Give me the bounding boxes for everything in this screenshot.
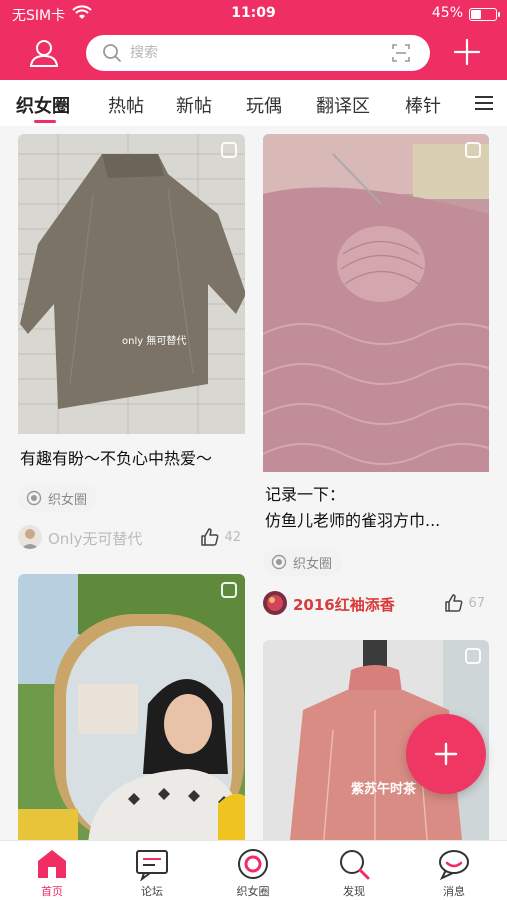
circle-tag-label: 织女圈 — [48, 492, 88, 508]
circle-tag[interactable]: 织女圈 — [263, 548, 343, 576]
tab-new[interactable]: 新帖 — [176, 92, 212, 118]
nav-label: 首页 — [41, 885, 63, 898]
search-input[interactable] — [130, 41, 370, 65]
tab-translation[interactable]: 翻译区 — [316, 92, 370, 118]
nav-label: 论坛 — [141, 885, 163, 898]
nav-label: 发现 — [343, 885, 365, 898]
plus-icon[interactable] — [453, 38, 481, 66]
search-icon — [103, 44, 121, 62]
post-card[interactable] — [18, 574, 245, 840]
nav-messages[interactable]: 消息 — [414, 845, 494, 899]
like-button[interactable]: 67 — [444, 593, 485, 613]
forum-icon — [136, 850, 168, 881]
post-title[interactable]: 记录一下： 仿鱼儿老师的雀羽方巾... — [263, 482, 489, 534]
multi-image-icon — [465, 142, 481, 158]
author-row: Only无可替代 42 — [18, 524, 245, 550]
multi-image-icon — [221, 142, 237, 158]
post-card[interactable]: only 無可替代 有趣有盼～不负心中热爱～ 织女圈 Only无可替代 42 — [18, 134, 245, 554]
menu-icon[interactable] — [475, 95, 493, 111]
tab-circle[interactable]: 织女圈 — [16, 92, 70, 118]
multi-image-icon — [465, 648, 481, 664]
multi-image-icon — [221, 582, 237, 598]
circle-icon — [271, 554, 287, 570]
nav-label: 织女圈 — [236, 885, 270, 898]
active-tab-indicator — [34, 120, 56, 123]
post-image[interactable]: only 無可替代 — [18, 134, 245, 434]
avatar[interactable] — [263, 591, 287, 615]
author-name[interactable]: Only无可替代 — [48, 528, 142, 549]
author-row: 2016红袖添香 67 — [263, 590, 489, 616]
like-count: 42 — [224, 529, 241, 545]
circle-tag[interactable]: 织女圈 — [18, 484, 98, 512]
tab-hot[interactable]: 热帖 — [108, 92, 144, 118]
plus-icon — [434, 742, 458, 766]
avatar[interactable] — [18, 525, 42, 549]
post-card[interactable]: 记录一下： 仿鱼儿老师的雀羽方巾... 织女圈 2016红袖添香 67 — [263, 134, 489, 624]
thumbs-up-icon — [445, 594, 463, 612]
tab-dolls[interactable]: 玩偶 — [246, 92, 282, 118]
home-icon — [38, 850, 66, 878]
nav-label: 消息 — [443, 885, 465, 898]
yarn-shawl-photo — [263, 134, 489, 472]
nav-circle[interactable]: 织女圈 — [213, 845, 293, 899]
status-bar: 无SIM卡 11:09 45% — [0, 0, 507, 28]
circle-tag-label: 织女圈 — [293, 556, 333, 572]
post-image[interactable] — [18, 574, 245, 840]
image-watermark: only 無可替代 — [122, 336, 187, 347]
like-count: 67 — [468, 595, 485, 611]
search-bar[interactable] — [86, 35, 430, 71]
bottom-nav: 首页 论坛 织女圈 发现 消息 — [0, 840, 507, 900]
scan-icon[interactable] — [392, 44, 410, 62]
nav-forum[interactable]: 论坛 — [112, 845, 192, 899]
message-icon — [439, 850, 469, 881]
post-image[interactable] — [263, 134, 489, 472]
post-title[interactable]: 有趣有盼～不负心中热爱～ — [18, 446, 245, 472]
thumbs-up-icon — [201, 528, 219, 546]
circle-icon — [26, 490, 42, 506]
battery-percent: 45% — [431, 5, 463, 21]
author-name[interactable]: 2016红袖添香 — [293, 594, 395, 615]
portrait-photo — [18, 574, 245, 840]
discover-icon — [340, 850, 370, 880]
nav-home[interactable]: 首页 — [12, 845, 92, 899]
battery-icon — [469, 8, 500, 21]
nav-discover[interactable]: 发现 — [314, 845, 394, 899]
like-button[interactable]: 42 — [200, 527, 241, 547]
circle-icon — [238, 849, 268, 879]
top-bar: 无SIM卡 11:09 45% — [0, 0, 507, 80]
new-post-button[interactable] — [406, 714, 486, 794]
category-tabs: 织女圈 热帖 新帖 玩偶 翻译区 棒针 — [0, 80, 507, 126]
tab-knitting[interactable]: 棒针 — [405, 92, 441, 118]
user-icon[interactable] — [28, 38, 60, 68]
sweater-photo — [18, 134, 245, 434]
